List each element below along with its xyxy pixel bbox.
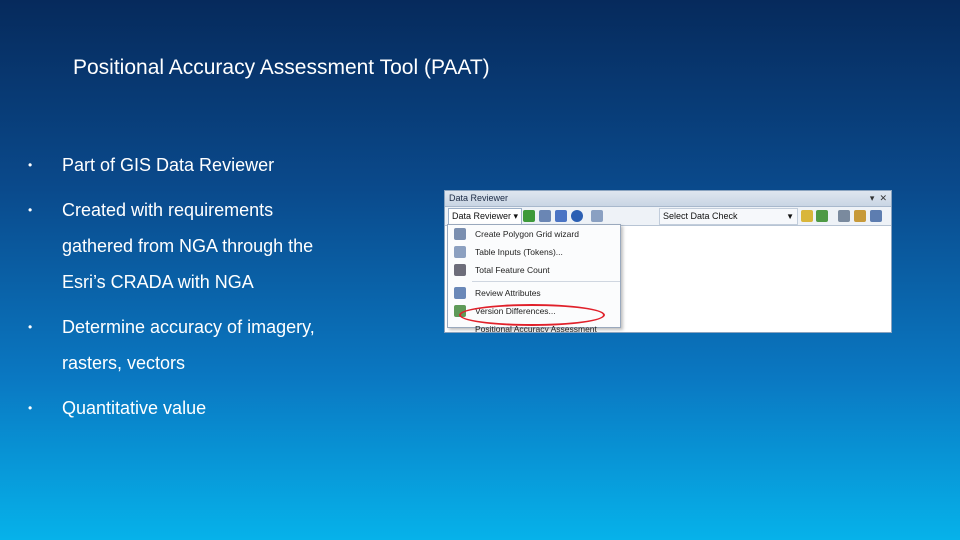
settings-icon[interactable]: [870, 210, 882, 222]
bullet-text: Esri’s CRADA with NGA: [62, 272, 254, 292]
window-controls: ▾ ✕: [865, 191, 887, 206]
menu-separator: [472, 281, 620, 282]
slide-title: Positional Accuracy Assessment Tool (PAA…: [73, 56, 490, 79]
bullet-dot: •: [28, 203, 33, 217]
validate-icon[interactable]: [523, 210, 535, 222]
bullet-text: Determine accuracy of imagery,: [62, 317, 315, 337]
menu-item-table-inputs[interactable]: Table Inputs (Tokens)...: [448, 243, 620, 261]
list-icon[interactable]: [838, 210, 850, 222]
data-reviewer-dropdown[interactable]: Data Reviewer ▾: [448, 208, 523, 225]
bullet-text: gathered from NGA through the: [62, 236, 314, 256]
bullet-dot: •: [28, 320, 33, 334]
run-check-icon[interactable]: [801, 210, 813, 222]
grid-icon: [454, 228, 466, 240]
menu-item-total-feature-count[interactable]: Total Feature Count: [448, 261, 620, 279]
check-dropdown-label: Select Data Check: [663, 211, 738, 221]
select-icon[interactable]: [539, 210, 551, 222]
menu-item-label: Total Feature Count: [475, 265, 550, 275]
menu-item-label: Table Inputs (Tokens)...: [475, 247, 563, 257]
info-icon[interactable]: [571, 210, 583, 222]
count-icon: [454, 264, 466, 276]
menu-item-label: Review Attributes: [475, 288, 541, 298]
batch-icon[interactable]: [816, 210, 828, 222]
bullet-text: rasters, vectors: [62, 353, 186, 373]
window-titlebar: Data Reviewer ▾ ✕: [445, 191, 891, 207]
data-reviewer-screenshot: Data Reviewer ▾ ✕ Data Reviewer ▾ Select …: [445, 191, 891, 332]
close-icon[interactable]: ✕: [879, 193, 887, 203]
bullet-text: Quantitative value: [62, 398, 207, 418]
menu-item-review-attributes[interactable]: Review Attributes: [448, 284, 620, 302]
table-icon: [454, 246, 466, 258]
bullet-item: • Determine accuracy of imagery, rasters…: [28, 309, 428, 381]
attributes-icon: [454, 287, 466, 299]
edit-icon[interactable]: [854, 210, 866, 222]
dropdown-icon[interactable]: ▾: [870, 193, 875, 203]
bullet-text: Created with requirements: [62, 200, 274, 220]
bullet-item: • Created with requirements gathered fro…: [28, 192, 428, 300]
bullet-list: • Part of GIS Data Reviewer • Created wi…: [28, 147, 428, 435]
bullet-item: • Quantitative value: [28, 390, 428, 426]
grid-icon[interactable]: [591, 210, 603, 222]
window-title: Data Reviewer: [449, 193, 509, 203]
menu-item-create-polygon-grid[interactable]: Create Polygon Grid wizard: [448, 225, 620, 243]
bullet-dot: •: [28, 401, 33, 415]
menu-item-label: Create Polygon Grid wizard: [475, 229, 579, 239]
chevron-down-icon: ▼: [786, 212, 794, 221]
bullet-item: • Part of GIS Data Reviewer: [28, 147, 428, 183]
bullet-dot: •: [28, 158, 33, 172]
bullet-text: Part of GIS Data Reviewer: [62, 155, 275, 175]
table-icon[interactable]: [555, 210, 567, 222]
highlight-circle: [459, 304, 605, 326]
select-data-check-dropdown[interactable]: Select Data Check ▼: [659, 208, 798, 225]
